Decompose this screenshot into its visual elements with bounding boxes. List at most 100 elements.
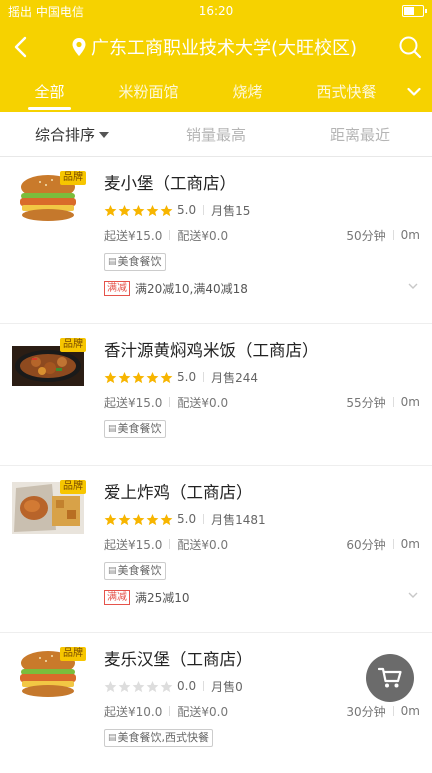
search-button[interactable] <box>388 22 432 72</box>
category-tabs: 全部 米粉面馆 烧烤 西式快餐 <box>0 72 432 112</box>
more-categories-button[interactable] <box>396 72 432 112</box>
status-bar: 摇出 中国电信 16:20 <box>0 0 432 22</box>
distance: 0m <box>400 704 420 718</box>
distance: 0m <box>400 395 420 409</box>
caret-down-icon <box>99 132 109 138</box>
delivery-fee: 配送¥0.0 <box>177 228 229 243</box>
star-filled-icon <box>132 513 145 525</box>
shop-card[interactable]: 品牌 爱上炸鸡（工商店） 5.0 月售1481 起送¥15.0 配送¥0.0 6… <box>0 466 432 633</box>
rating-value: 5.0 <box>177 512 197 526</box>
rating-value: 5.0 <box>177 203 197 217</box>
sort-comprehensive[interactable]: 综合排序 <box>0 124 144 145</box>
location-pin-icon <box>72 38 86 56</box>
min-order: 起送¥10.0 <box>104 704 163 719</box>
star-filled-icon <box>118 371 131 383</box>
brand-badge: 品牌 <box>60 338 86 352</box>
shop-name: 麦小堡（工商店） <box>104 174 236 193</box>
sort-sales[interactable]: 销量最高 <box>144 124 288 145</box>
tag-text: 美食餐饮 <box>117 422 162 435</box>
star-empty-icon <box>104 680 117 692</box>
shop-card[interactable]: 品牌 麦乐汉堡（工商店） 0.0 月售0 起送¥10.0 配送¥0.0 30分钟… <box>0 633 432 773</box>
min-order: 起送¥15.0 <box>104 537 163 552</box>
tab-all[interactable]: 全部 <box>0 72 99 112</box>
category-tag: ▤ 美食餐饮,西式快餐 <box>104 729 214 747</box>
star-filled-icon <box>160 371 173 383</box>
tag-icon: ▤ <box>108 257 117 267</box>
star-filled-icon <box>132 204 145 216</box>
back-arrow-icon <box>14 36 27 58</box>
clock: 16:20 <box>198 4 234 18</box>
tag-text: 美食餐饮 <box>117 255 162 268</box>
star-rating <box>104 371 174 384</box>
tab-bbq[interactable]: 烧烤 <box>198 72 297 112</box>
delivery-fee: 配送¥0.0 <box>177 537 229 552</box>
sort-distance[interactable]: 距离最近 <box>288 124 432 145</box>
shop-name: 香汁源黄焖鸡米饭（工商店） <box>104 341 319 360</box>
star-filled-icon <box>104 513 117 525</box>
star-rating <box>104 204 174 217</box>
star-filled-icon <box>146 513 159 525</box>
star-filled-icon <box>104 371 117 383</box>
expand-icon[interactable] <box>408 281 418 291</box>
chevron-down-icon <box>407 87 421 96</box>
delivery-fee: 配送¥0.0 <box>177 704 229 719</box>
cart-icon <box>378 667 402 688</box>
tab-rice-noodles[interactable]: 米粉面馆 <box>99 72 198 112</box>
brand-badge: 品牌 <box>60 647 86 661</box>
star-filled-icon <box>118 513 131 525</box>
min-order: 起送¥15.0 <box>104 228 163 243</box>
shop-image: 品牌 <box>12 171 86 225</box>
star-filled-icon <box>104 204 117 216</box>
star-empty-icon <box>118 680 131 692</box>
cart-button[interactable] <box>366 654 414 702</box>
top-navbar: 广东工商职业技术大学(大旺校区) <box>0 22 432 72</box>
min-order: 起送¥15.0 <box>104 395 163 410</box>
star-filled-icon <box>132 371 145 383</box>
star-filled-icon <box>160 204 173 216</box>
star-empty-icon <box>160 680 173 692</box>
shop-image: 品牌 <box>12 647 86 701</box>
sort-comprehensive-label: 综合排序 <box>34 125 95 144</box>
star-filled-icon <box>160 513 173 525</box>
brand-badge: 品牌 <box>60 480 86 494</box>
expand-icon[interactable] <box>408 590 418 600</box>
search-icon <box>399 36 422 59</box>
shop-card[interactable]: 品牌 麦小堡（工商店） 5.0 月售15 起送¥15.0 配送¥0.0 50分钟… <box>0 157 432 324</box>
star-rating <box>104 513 174 526</box>
tag-icon: ▤ <box>108 424 117 434</box>
tag-text: 美食餐饮,西式快餐 <box>117 731 210 744</box>
location-title[interactable]: 广东工商职业技术大学(大旺校区) <box>40 34 388 60</box>
star-empty-icon <box>146 680 159 692</box>
shop-name: 爱上炸鸡（工商店） <box>104 483 253 502</box>
back-button[interactable] <box>0 22 40 72</box>
promo-badge: 满减 <box>104 589 130 605</box>
shop-image: 品牌 <box>12 338 86 392</box>
brand-badge: 品牌 <box>60 171 86 185</box>
rating-value: 5.0 <box>177 370 197 384</box>
tag-icon: ▤ <box>108 566 117 576</box>
distance: 0m <box>400 228 420 242</box>
monthly-sales: 月售15 <box>211 203 251 218</box>
tag-icon: ▤ <box>108 733 117 743</box>
distance: 0m <box>400 537 420 551</box>
battery-icon <box>285 5 428 17</box>
promo-text: 满20减10,满40减18 <box>135 281 248 296</box>
carrier-label: 摇出 中国电信 <box>8 4 84 19</box>
page-title: 广东工商职业技术大学(大旺校区) <box>90 38 358 59</box>
star-filled-icon <box>146 371 159 383</box>
tag-text: 美食餐饮 <box>117 564 162 577</box>
rating-value: 0.0 <box>177 679 197 693</box>
tab-western-fastfood[interactable]: 西式快餐 <box>297 72 396 112</box>
shop-card[interactable]: 品牌 香汁源黄焖鸡米饭（工商店） 5.0 月售244 起送¥15.0 配送¥0.… <box>0 324 432 466</box>
promo-text: 满25减10 <box>135 590 190 605</box>
delivery-time: 30分钟 <box>346 704 386 719</box>
monthly-sales: 月售244 <box>211 370 258 385</box>
shop-image: 品牌 <box>12 480 86 534</box>
monthly-sales: 月售1481 <box>211 512 266 527</box>
delivery-time: 60分钟 <box>346 537 386 552</box>
star-empty-icon <box>132 680 145 692</box>
category-tag: ▤ 美食餐饮 <box>104 253 166 271</box>
delivery-time: 55分钟 <box>346 395 386 410</box>
star-filled-icon <box>146 204 159 216</box>
category-tag: ▤ 美食餐饮 <box>104 420 166 438</box>
